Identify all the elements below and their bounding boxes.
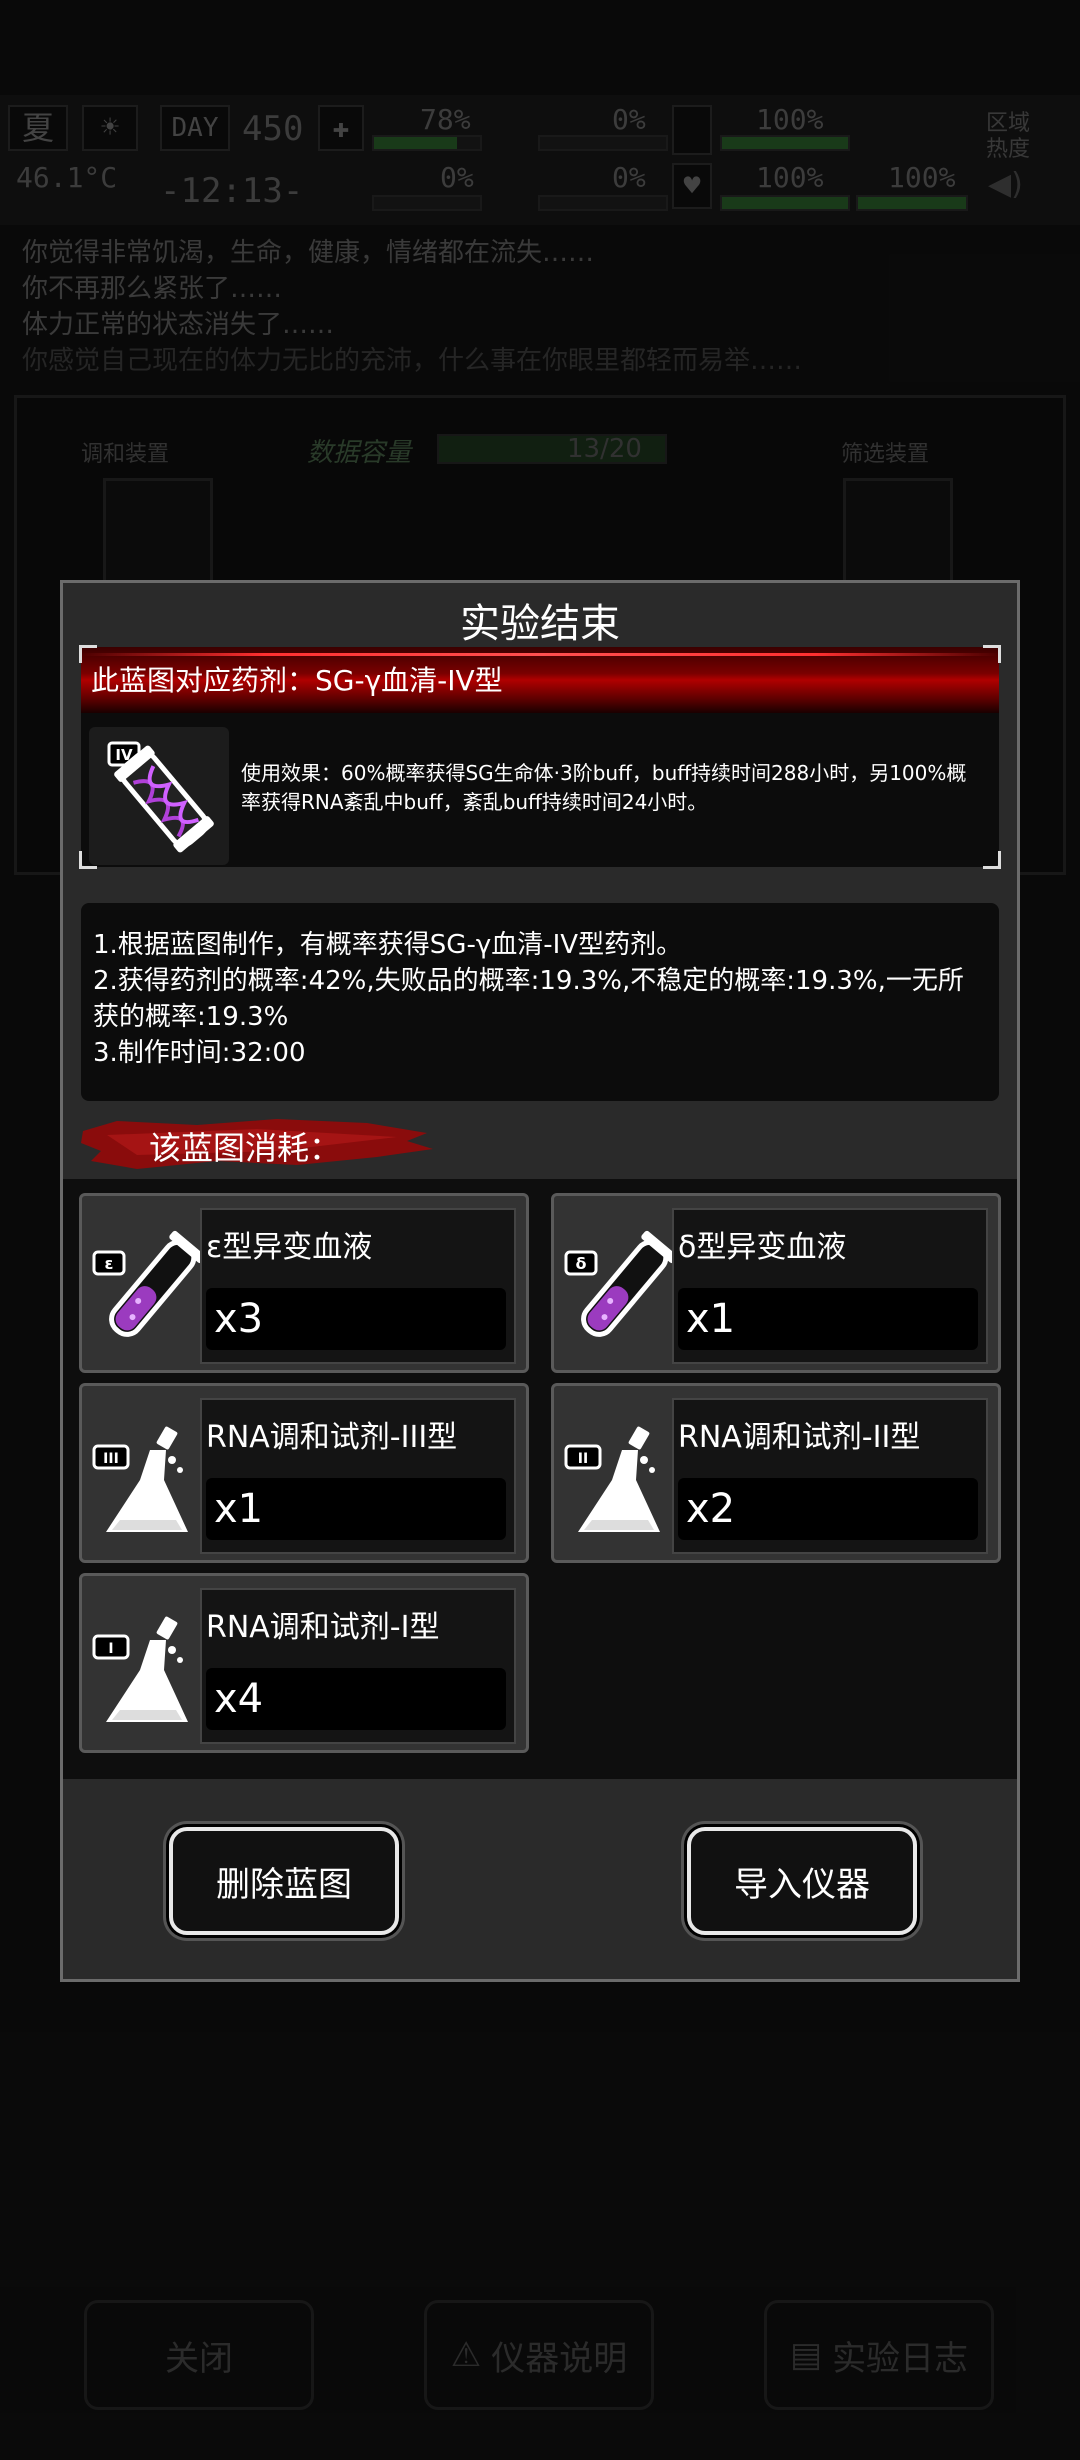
material-name: RNA调和试剂-III型 bbox=[206, 1420, 458, 1455]
material-item[interactable]: ε ε型异变血液 x3 bbox=[79, 1193, 529, 1373]
test-tube-icon: δ bbox=[562, 1210, 678, 1360]
description-line: 2.获得药剂的概率:42%,失败品的概率:19.3%,不稳定的概率:19.3%,… bbox=[93, 966, 964, 1032]
test-tube-icon: ε bbox=[90, 1210, 206, 1360]
material-quantity: x3 bbox=[206, 1288, 506, 1350]
material-quantity: x2 bbox=[678, 1478, 978, 1540]
material-info: RNA调和试剂-I型 x4 bbox=[200, 1588, 516, 1744]
svg-text:III: III bbox=[103, 1451, 119, 1467]
material-quantity: x4 bbox=[206, 1668, 506, 1730]
material-name: RNA调和试剂-II型 bbox=[678, 1420, 921, 1455]
svg-text:ε: ε bbox=[105, 1254, 114, 1273]
material-name: δ型异变血液 bbox=[678, 1230, 847, 1265]
material-name: RNA调和试剂-I型 bbox=[206, 1610, 440, 1645]
blueprint-card: 此蓝图对应药剂：SG-γ血清-IV型 IV 使用效果：60%概率获得SG生命体·… bbox=[79, 645, 1001, 869]
blueprint-name: 此蓝图对应药剂：SG-γ血清-IV型 bbox=[91, 664, 503, 697]
description-line: 3.制作时间:32:00 bbox=[93, 1038, 306, 1068]
flask-icon: III bbox=[90, 1400, 200, 1550]
blueprint-effect: 使用效果：60%概率获得SG生命体·3阶buff，buff持续时间288小时，另… bbox=[241, 761, 967, 814]
flask-icon: II bbox=[562, 1400, 672, 1550]
material-name: ε型异变血液 bbox=[206, 1230, 373, 1265]
svg-text:I: I bbox=[108, 1641, 113, 1657]
material-info: ε型异变血液 x3 bbox=[200, 1208, 516, 1364]
material-info: RNA调和试剂-II型 x2 bbox=[672, 1398, 988, 1554]
material-info: δ型异变血液 x1 bbox=[672, 1208, 988, 1364]
consume-label: 该蓝图消耗： bbox=[149, 1129, 342, 1167]
import-instrument-button[interactable]: 导入仪器 bbox=[687, 1827, 917, 1935]
flask-icon: I bbox=[90, 1590, 200, 1740]
svg-text:II: II bbox=[578, 1451, 588, 1467]
experiment-result-dialog: 实验结束 此蓝图对应药剂：SG-γ血清-IV型 IV 使用效果：60%概率获得S… bbox=[60, 580, 1020, 1982]
material-info: RNA调和试剂-III型 x1 bbox=[200, 1398, 516, 1554]
blueprint-description: 1.根据蓝图制作，有概率获得SG-γ血清-IV型药剂。 2.获得药剂的概率:42… bbox=[81, 903, 999, 1101]
serum-vial-icon: IV bbox=[89, 727, 229, 865]
materials-grid: ε ε型异变血液 x3 δ δ型异变血液 x1 III RNA调和试剂-III型… bbox=[63, 1179, 1017, 1779]
material-item[interactable]: II RNA调和试剂-II型 x2 bbox=[551, 1383, 1001, 1563]
delete-blueprint-button[interactable]: 删除蓝图 bbox=[169, 1827, 399, 1935]
material-quantity: x1 bbox=[206, 1478, 506, 1540]
dialog-title: 实验结束 bbox=[460, 601, 620, 647]
material-item[interactable]: III RNA调和试剂-III型 x1 bbox=[79, 1383, 529, 1563]
description-line: 1.根据蓝图制作，有概率获得SG-γ血清-IV型药剂。 bbox=[93, 930, 683, 960]
material-item[interactable]: I RNA调和试剂-I型 x4 bbox=[79, 1573, 529, 1753]
material-item[interactable]: δ δ型异变血液 x1 bbox=[551, 1193, 1001, 1373]
svg-text:δ: δ bbox=[576, 1254, 587, 1273]
material-quantity: x1 bbox=[678, 1288, 978, 1350]
